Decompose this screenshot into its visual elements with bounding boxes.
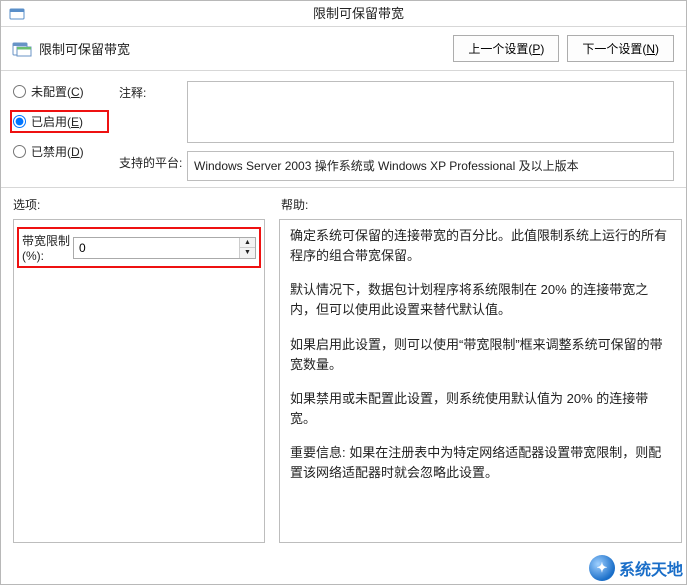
options-panel: 带宽限制 (%): ▲ ▼ xyxy=(13,219,265,543)
help-p1: 确定系统可保留的连接带宽的百分比。此值限制系统上运行的所有程序的组合带宽保留。 xyxy=(290,226,671,266)
right-column: 注释: 支持的平台: Windows Server 2003 操作系统或 Win… xyxy=(119,81,674,181)
radio-not-configured-input[interactable] xyxy=(13,85,26,98)
window-title: 限制可保留带宽 xyxy=(31,1,686,27)
next-setting-button[interactable]: 下一个设置(N) xyxy=(567,35,674,62)
options-header: 选项: xyxy=(13,196,281,213)
nav-buttons: 上一个设置(P) 下一个设置(N) xyxy=(453,35,674,62)
state-radios: 未配置(C) 已启用(E) 已禁用(D) xyxy=(13,81,109,181)
platform-label: 支持的平台: xyxy=(119,151,187,171)
help-header: 帮助: xyxy=(281,196,674,213)
help-p2: 默认情况下，数据包计划程序将系统限制在 20% 的连接带宽之内，但可以使用此设置… xyxy=(290,280,671,320)
policy-icon xyxy=(11,40,33,58)
help-panel[interactable]: 确定系统可保留的连接带宽的百分比。此值限制系统上运行的所有程序的组合带宽保留。 … xyxy=(279,219,682,543)
spinner-buttons: ▲ ▼ xyxy=(239,238,255,258)
policy-window: 限制可保留带宽 限制可保留带宽 上一个设置(P) 下一个设置(N) 未配置(C) xyxy=(0,0,687,585)
radio-disabled-input[interactable] xyxy=(13,145,26,158)
columns: 带宽限制 (%): ▲ ▼ 确定系统可保留的连接带宽的百分比。此值限制系统上运行… xyxy=(1,219,686,547)
policy-name-row: 限制可保留带宽 xyxy=(11,39,130,58)
titlebar: 限制可保留带宽 xyxy=(1,1,686,27)
window-icon xyxy=(7,4,27,24)
radio-disabled[interactable]: 已禁用(D) xyxy=(13,143,109,160)
comment-textarea[interactable] xyxy=(187,81,674,143)
radio-enabled-input[interactable] xyxy=(13,115,26,128)
help-p5: 重要信息: 如果在注册表中为特定网络适配器设置带宽限制，则配置该网络适配器时就会… xyxy=(290,443,671,483)
radio-not-configured[interactable]: 未配置(C) xyxy=(13,83,109,100)
radio-enabled[interactable]: 已启用(E) xyxy=(10,110,109,133)
columns-header: 选项: 帮助: xyxy=(1,188,686,219)
config-body: 未配置(C) 已启用(E) 已禁用(D) 注释: 支持的平台: Windows … xyxy=(1,71,686,188)
comment-row: 注释: xyxy=(119,81,674,143)
spinner-down-button[interactable]: ▼ xyxy=(240,248,255,258)
bandwidth-spinner[interactable]: ▲ ▼ xyxy=(73,237,256,259)
comment-label: 注释: xyxy=(119,81,187,101)
bandwidth-input[interactable] xyxy=(74,238,239,258)
platform-value: Windows Server 2003 操作系统或 Windows XP Pro… xyxy=(187,151,674,181)
help-p4: 如果禁用或未配置此设置，则系统使用默认值为 20% 的连接带宽。 xyxy=(290,389,671,429)
bandwidth-option-row: 带宽限制 (%): ▲ ▼ xyxy=(17,227,261,268)
policy-name-label: 限制可保留带宽 xyxy=(39,39,130,58)
spinner-up-button[interactable]: ▲ xyxy=(240,238,255,249)
prev-setting-button[interactable]: 上一个设置(P) xyxy=(453,35,559,62)
header-row: 限制可保留带宽 上一个设置(P) 下一个设置(N) xyxy=(1,27,686,71)
bandwidth-label: 带宽限制 (%): xyxy=(22,232,73,263)
platform-row: 支持的平台: Windows Server 2003 操作系统或 Windows… xyxy=(119,151,674,181)
help-p3: 如果启用此设置，则可以使用“带宽限制”框来调整系统可保留的带宽数量。 xyxy=(290,335,671,375)
